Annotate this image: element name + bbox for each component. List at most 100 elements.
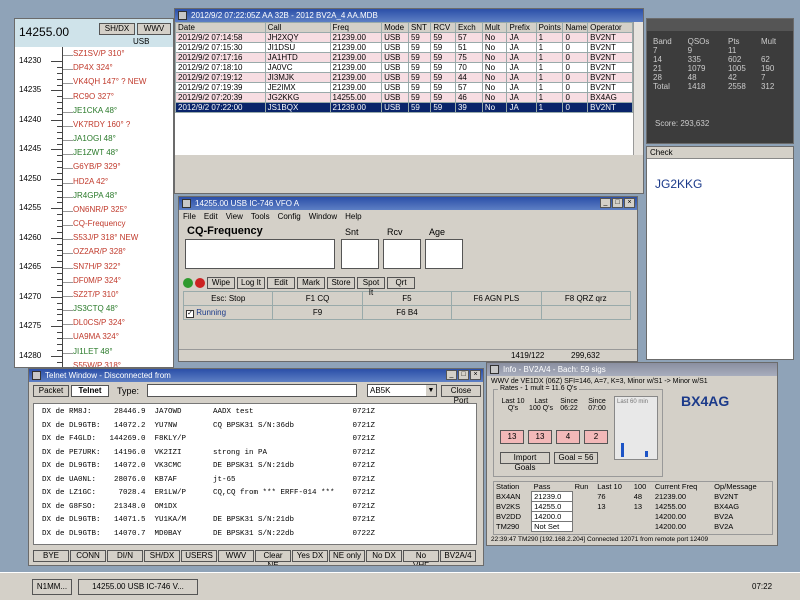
telnet-minimize-icon[interactable]: _ bbox=[446, 370, 457, 380]
log-scrollbar[interactable] bbox=[633, 22, 643, 155]
menu-item-help[interactable]: Help bbox=[345, 210, 361, 223]
snt-input[interactable] bbox=[341, 239, 379, 269]
fkey-button[interactable]: Esc: Stop bbox=[182, 291, 274, 306]
log-column-header[interactable]: Freq bbox=[329, 22, 383, 33]
fkey-button[interactable]: F5 bbox=[361, 291, 453, 306]
bandmap-spot[interactable]: DF0M/P 324° bbox=[73, 276, 121, 285]
log-column-header[interactable]: Call bbox=[264, 22, 331, 33]
telnet-line[interactable]: DX de G8FSO: 21348.0 OM1DX 0721Z bbox=[42, 503, 375, 511]
sh-dx-button[interactable]: SH/DX bbox=[99, 23, 135, 35]
goal-button[interactable]: Goal = 56 bbox=[554, 452, 598, 464]
telnet-line[interactable]: DX de DL9GTB: 14070.7 MD0BAY DE BPSK31 S… bbox=[42, 530, 375, 538]
wipe-button[interactable]: Wipe bbox=[207, 277, 235, 289]
bandmap-spot[interactable]: JE1ZWT 48° bbox=[73, 148, 118, 157]
tab-packet[interactable]: Packet bbox=[33, 385, 69, 397]
tab-telnet[interactable]: Telnet bbox=[71, 385, 109, 397]
log-column-header[interactable]: Mode bbox=[381, 22, 409, 33]
table-row[interactable]: 2012/9/2 07:20:39 JG2KKG 14255.00 USB 59 59 46… bbox=[175, 92, 633, 103]
telnet-cmd-button[interactable]: DI/N bbox=[107, 550, 143, 562]
telnet-line[interactable]: DX de UA0NL: 28076.0 KB7AF jt-65 0721Z bbox=[42, 476, 375, 484]
log-column-header[interactable]: Exch bbox=[454, 22, 483, 33]
fkey-empty-2[interactable] bbox=[540, 305, 632, 320]
maximize-icon[interactable]: □ bbox=[612, 198, 623, 208]
bandmap-spot[interactable]: CQ-Frequency bbox=[73, 219, 125, 228]
table-row[interactable]: 2012/9/2 07:14:58 JH2XQY 21239.00 USB 59 59 57… bbox=[175, 32, 633, 43]
telnet-output[interactable]: DX de RM8J: 28446.9 JA7OWD AADX test 072… bbox=[33, 403, 477, 545]
fkey-empty-1[interactable] bbox=[451, 305, 542, 320]
import-goals-button[interactable]: Import Goals bbox=[500, 452, 550, 472]
telnet-close-icon[interactable]: × bbox=[470, 370, 481, 380]
telnet-cmd-button[interactable]: CONN bbox=[70, 550, 106, 562]
telnet-cmd-button[interactable]: USERS bbox=[181, 550, 217, 562]
telnet-line[interactable]: DX de F4GLD: 144269.0 F8KLY/P 0721Z bbox=[42, 435, 375, 443]
table-row[interactable]: 2012/9/2 07:18:10 JA0VC 21239.00 USB 59 59 70 N… bbox=[175, 62, 633, 73]
bandmap-spot[interactable]: SN7H/P 322° bbox=[73, 262, 121, 271]
log-column-header[interactable]: SNT bbox=[407, 22, 432, 33]
telnet-line[interactable]: DX de LZ1GC: 7028.4 ER1LW/P CQ,CQ from *… bbox=[42, 489, 375, 497]
telnet-line[interactable]: DX de DL9GTB: 14072.0 VK3CMC DE BPSK31 S… bbox=[42, 462, 375, 470]
bandmap-spot[interactable]: VK4QH 147° ? NEW bbox=[73, 77, 146, 86]
log-column-header[interactable]: Points bbox=[535, 22, 564, 33]
minimize-icon[interactable]: _ bbox=[600, 198, 611, 208]
telnet-cmd-button[interactable]: Yes DX bbox=[292, 550, 328, 562]
log-column-header[interactable]: Operator bbox=[587, 22, 633, 33]
table-row[interactable]: 2012/9/2 07:22:00 JS1BQX 21239.00 USB 59 59 39… bbox=[175, 102, 633, 113]
bandmap-spot[interactable]: JI1LET 48° bbox=[73, 347, 113, 356]
running-checkbox-icon[interactable]: ✓ bbox=[186, 309, 194, 318]
call-input[interactable] bbox=[185, 239, 335, 269]
telnet-maximize-icon[interactable]: □ bbox=[458, 370, 469, 380]
telnet-line[interactable]: DX de DL9GTB: 14072.2 YU7NW CQ BPSK31 S/… bbox=[42, 422, 375, 430]
menu-item-window[interactable]: Window bbox=[309, 210, 337, 223]
bandmap-spot[interactable]: RC9O 327° bbox=[73, 92, 114, 101]
station-cell[interactable]: 21239.0 bbox=[531, 491, 574, 502]
age-input[interactable] bbox=[425, 239, 463, 269]
fkey-button[interactable]: F8 QRZ qrz bbox=[540, 291, 632, 306]
telnet-cmd-button[interactable]: BV2A/4 bbox=[440, 550, 476, 562]
log-column-header[interactable]: RCV bbox=[430, 22, 456, 33]
bandmap-spot[interactable]: UA9MA 324° bbox=[73, 332, 119, 341]
rcv-input[interactable] bbox=[383, 239, 421, 269]
wwv-button[interactable]: WWV bbox=[137, 23, 171, 35]
telnet-cmd-button[interactable]: WWV bbox=[218, 550, 254, 562]
fkey-button[interactable]: F1 CQ bbox=[272, 291, 363, 306]
fkey-button[interactable]: F6 AGN PLS bbox=[451, 291, 542, 306]
station-cell[interactable]: 14200.0 bbox=[531, 511, 574, 522]
telnet-cmd-button[interactable]: NE only bbox=[329, 550, 365, 562]
telnet-line[interactable]: DX de RM8J: 28446.9 JA7OWD AADX test 072… bbox=[42, 408, 375, 416]
log-it-button[interactable]: Log It bbox=[237, 277, 265, 289]
bandmap-spot[interactable]: ON6NR/P 325° bbox=[73, 205, 127, 214]
bandmap-spot[interactable]: DP4X 324° bbox=[73, 63, 113, 72]
close-port-button[interactable]: Close Port bbox=[441, 385, 481, 405]
bandmap-spot[interactable]: JE1CKA 48° bbox=[73, 106, 117, 115]
telnet-cmd-button[interactable]: BYE bbox=[33, 550, 69, 562]
bandmap-spot[interactable]: S55W/P 318° bbox=[73, 361, 121, 367]
telnet-cmd-button[interactable]: Clear NE bbox=[255, 550, 291, 565]
log-column-header[interactable]: Name bbox=[562, 22, 589, 33]
cluster-select[interactable]: AB5K ▼ bbox=[367, 384, 437, 397]
table-row[interactable]: 2012/9/2 07:17:16 JA1HTD 21239.00 USB 59 59 75… bbox=[175, 52, 633, 63]
menu-item-view[interactable]: View bbox=[226, 210, 243, 223]
taskbar-item-n1mm[interactable]: N1MM... bbox=[32, 579, 72, 595]
bandmap-spot[interactable]: JA1OGI 48° bbox=[73, 134, 116, 143]
bandmap-spot[interactable]: VK7RDY 160° ? bbox=[73, 120, 130, 129]
menu-item-file[interactable]: File bbox=[183, 210, 196, 223]
menu-item-tools[interactable]: Tools bbox=[251, 210, 270, 223]
taskbar-item-vfo[interactable]: 14255.00 USB IC-746 V... bbox=[78, 579, 198, 595]
bandmap-spot[interactable]: JR4GPA 48° bbox=[73, 191, 117, 200]
bandmap-spot[interactable]: HD2A 42° bbox=[73, 177, 108, 186]
bandmap-spot[interactable]: JS3CTQ 48° bbox=[73, 304, 118, 313]
store-button[interactable]: Store bbox=[327, 277, 355, 289]
telnet-line[interactable]: DX de DL9GTB: 14071.5 YU1KA/M DE BPSK31 … bbox=[42, 516, 375, 524]
mark-button[interactable]: Mark bbox=[297, 277, 325, 289]
log-column-header[interactable]: Date bbox=[175, 22, 266, 33]
qrt-button[interactable]: Qrt bbox=[387, 277, 415, 289]
fkey-f9[interactable]: F9 bbox=[272, 305, 363, 320]
telnet-line[interactable]: DX de PE7URK: 14196.0 VK2IZI strong in P… bbox=[42, 449, 375, 457]
table-row[interactable]: 2012/9/2 07:15:30 JI1DSU 21239.00 USB 59 59 51… bbox=[175, 42, 633, 53]
close-icon[interactable]: × bbox=[624, 198, 635, 208]
bandmap-spot[interactable]: SZ1SV/P 310° bbox=[73, 49, 125, 58]
telnet-cmd-button[interactable]: No DX bbox=[366, 550, 402, 562]
spot-it-button[interactable]: Spot It bbox=[357, 277, 385, 297]
edit-button[interactable]: Edit bbox=[267, 277, 295, 289]
log-column-header[interactable]: Mult bbox=[481, 22, 508, 33]
